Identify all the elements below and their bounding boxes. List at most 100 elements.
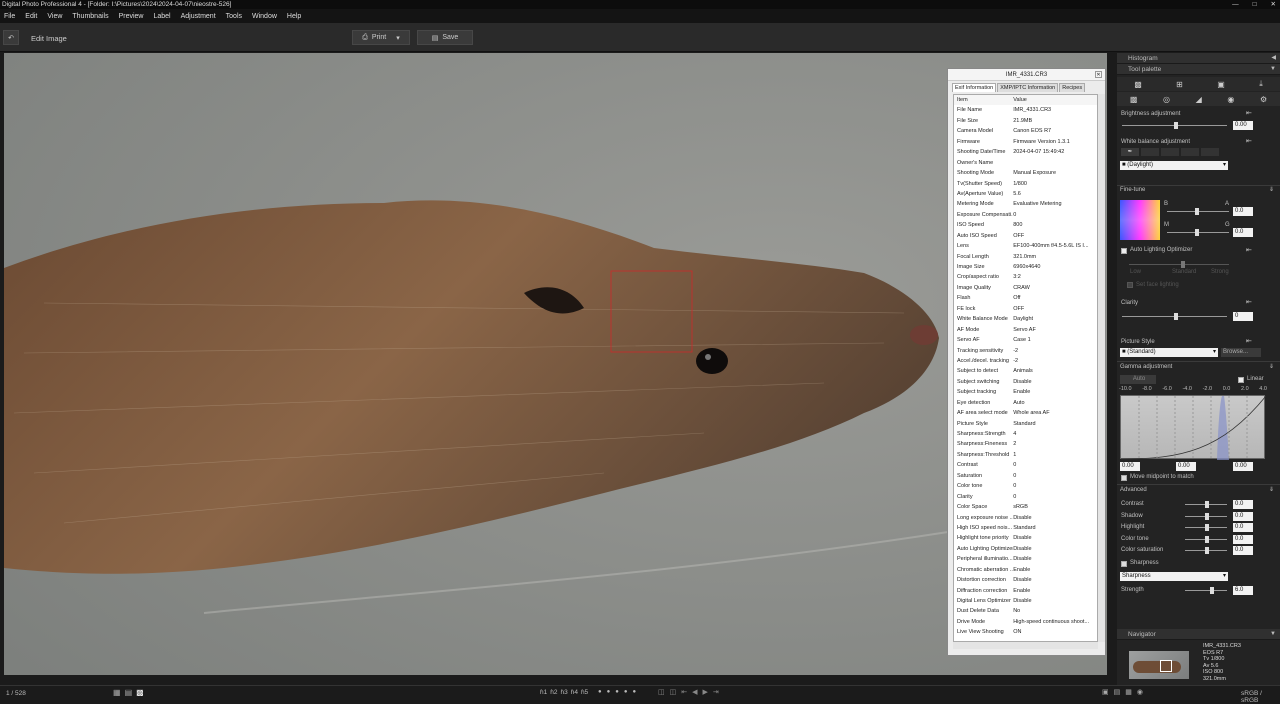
table-row[interactable]: Eye detection Auto (954, 398, 1097, 408)
table-row[interactable]: File Size 21.9MB (954, 116, 1097, 126)
collapse-icon[interactable]: ⇓ (1269, 363, 1274, 370)
menu-label[interactable]: Label (153, 13, 170, 20)
collapse-icon[interactable]: ▼ (1270, 64, 1276, 75)
menu-tools[interactable]: Tools (226, 13, 242, 20)
table-row[interactable]: Sharpness:Fineness 2 (954, 439, 1097, 449)
table-row[interactable]: AF area select mode Whole area AF (954, 408, 1097, 418)
menu-adjustment[interactable]: Adjustment (181, 13, 216, 20)
collapse-icon[interactable]: ▼ (1270, 629, 1276, 640)
brightness-slider[interactable] (1122, 122, 1227, 129)
table-row[interactable]: Lens EF100-400mm f/4.5-5.6L IS I... (954, 241, 1097, 251)
table-row[interactable]: Auto Lighting Optimizer Disable (954, 544, 1097, 554)
navigator-thumbnail[interactable] (1129, 651, 1189, 679)
settings-icon[interactable]: ⚙ (1260, 95, 1267, 104)
table-row[interactable]: Sharpness:Threshold 1 (954, 450, 1097, 460)
table-row[interactable]: Subject to detect Animals (954, 366, 1097, 376)
close-icon[interactable]: ✕ (1271, 0, 1276, 9)
histogram-header[interactable]: Histogram ◀ (1117, 53, 1280, 64)
table-row[interactable]: Owner's Name (954, 158, 1097, 168)
advanced-value[interactable]: 0.0 (1233, 546, 1253, 555)
move-midpoint-checkbox[interactable] (1121, 475, 1127, 481)
back-button[interactable]: ↶ (3, 30, 19, 45)
collapse-icon[interactable]: ⇓ (1269, 486, 1274, 493)
reset-icon[interactable]: ⇤ (1246, 337, 1252, 345)
table-row[interactable]: Subject tracking Enable (954, 387, 1097, 397)
wb-mode-select[interactable]: ■ (Daylight) ▾ (1120, 161, 1228, 170)
table-row[interactable]: ISO Speed 800 (954, 220, 1097, 230)
last-icon[interactable]: ⇥ (713, 688, 719, 696)
gamma-white-value[interactable]: 0.00 (1233, 462, 1253, 471)
gamma-black-value[interactable]: 0.00 (1120, 462, 1140, 471)
advanced-value[interactable]: 0.0 (1233, 534, 1253, 544)
label-button[interactable]: ɦ2 (550, 689, 557, 696)
advanced-slider[interactable] (1185, 547, 1227, 554)
mg-slider[interactable] (1167, 229, 1229, 236)
face-lighting-checkbox[interactable] (1127, 282, 1133, 288)
print-button[interactable]: ⎙ Print ▾ (352, 30, 410, 45)
tab-exif[interactable]: Exif Information (952, 83, 997, 92)
minimize-icon[interactable]: — (1232, 0, 1239, 9)
next-icon[interactable]: ▶ (703, 688, 708, 696)
horizontal-scrollbar[interactable] (953, 642, 1098, 649)
menu-thumbnails[interactable]: Thumbnails (72, 13, 108, 20)
table-row[interactable]: Accel./decel. tracking -2 (954, 356, 1097, 366)
table-row[interactable]: AF Mode Servo AF (954, 325, 1097, 335)
grid-view-icon[interactable]: ▦ (113, 688, 121, 697)
prev-icon[interactable]: ◀ (692, 688, 697, 696)
label-button[interactable]: ɦ3 (560, 689, 567, 696)
ba-value[interactable]: 0.0 (1233, 207, 1253, 216)
output-icon[interactable]: ⤓ (1259, 79, 1263, 89)
clarity-value[interactable]: 0 (1233, 312, 1253, 321)
advanced-slider[interactable] (1185, 501, 1227, 508)
label-button[interactable]: ɦ4 (571, 689, 578, 696)
table-row[interactable]: Camera Model Canon EOS R7 (954, 126, 1097, 136)
table-row[interactable]: Distortion correction Disable (954, 575, 1097, 585)
sharpness-checkbox[interactable] (1121, 561, 1127, 567)
table-row[interactable]: Tv(Shutter Speed) 1/800 (954, 179, 1097, 189)
star-icon[interactable]: ● (598, 689, 602, 695)
lens-icon[interactable]: ▣ (1217, 80, 1225, 89)
table-row[interactable]: Digital Lens Optimizer Disable (954, 596, 1097, 606)
save-button[interactable]: ▤ Save (417, 30, 473, 45)
tool-palette-header[interactable]: Tool palette ▼ (1117, 64, 1280, 75)
table-row[interactable]: Shooting Date/Time 2024-04-07 15:49:42 (954, 147, 1097, 157)
table-row[interactable]: Live View Shooting ON (954, 627, 1097, 637)
list-view-icon[interactable]: ▤ (125, 688, 133, 697)
star-icon[interactable]: ● (624, 689, 628, 695)
reset-icon[interactable]: ⇤ (1246, 109, 1252, 117)
image-viewer[interactable] (4, 53, 1107, 675)
table-row[interactable]: Av(Aperture Value) 5.6 (954, 189, 1097, 199)
strength-value[interactable]: 6.0 (1233, 586, 1253, 595)
brightness-value[interactable]: 0.00 (1233, 121, 1253, 130)
menu-view[interactable]: View (47, 13, 62, 20)
table-row[interactable]: Subject switching Disable (954, 377, 1097, 387)
ba-slider[interactable] (1167, 208, 1229, 215)
advanced-slider[interactable] (1185, 524, 1227, 531)
maximize-icon[interactable]: □ (1253, 0, 1257, 9)
advanced-slider[interactable] (1185, 535, 1227, 543)
compare-icon[interactable]: ◫ (658, 688, 665, 696)
table-row[interactable]: Sharpness:Strength 4 (954, 429, 1097, 439)
reset-icon[interactable]: ⇤ (1246, 137, 1252, 145)
rgb-tab-icon[interactable]: ▩ (1134, 80, 1142, 89)
table-row[interactable]: Picture Style Standard (954, 419, 1097, 429)
reset-icon[interactable]: ⇤ (1246, 298, 1252, 306)
table-row[interactable]: Saturation 0 (954, 471, 1097, 481)
table-row[interactable]: Drive Mode High-speed continuous shoot... (954, 617, 1097, 627)
browse-button[interactable]: Browse... (1221, 348, 1261, 357)
star-icon[interactable]: ● (615, 689, 619, 695)
gamma-curve[interactable] (1120, 395, 1267, 460)
menu-window[interactable]: Window (252, 13, 277, 20)
navigator-header[interactable]: Navigator ▼ (1117, 629, 1280, 640)
table-row[interactable]: Clarity 0 (954, 492, 1097, 502)
table-row[interactable]: Auto ISO Speed OFF (954, 231, 1097, 241)
panel3-icon[interactable]: ▦ (1125, 688, 1132, 696)
label-button[interactable]: ɦ1 (540, 689, 547, 696)
table-row[interactable]: Color Space sRGB (954, 502, 1097, 512)
linear-checkbox[interactable] (1238, 377, 1244, 383)
tone-curve-icon[interactable]: ◢ (1196, 95, 1202, 104)
gamma-auto-button[interactable]: Auto (1120, 375, 1156, 384)
table-row[interactable]: Servo AF Case 1 (954, 335, 1097, 345)
camera-icon[interactable]: ◉ (1137, 688, 1143, 696)
table-row[interactable]: Chromatic aberration ... Enable (954, 565, 1097, 575)
